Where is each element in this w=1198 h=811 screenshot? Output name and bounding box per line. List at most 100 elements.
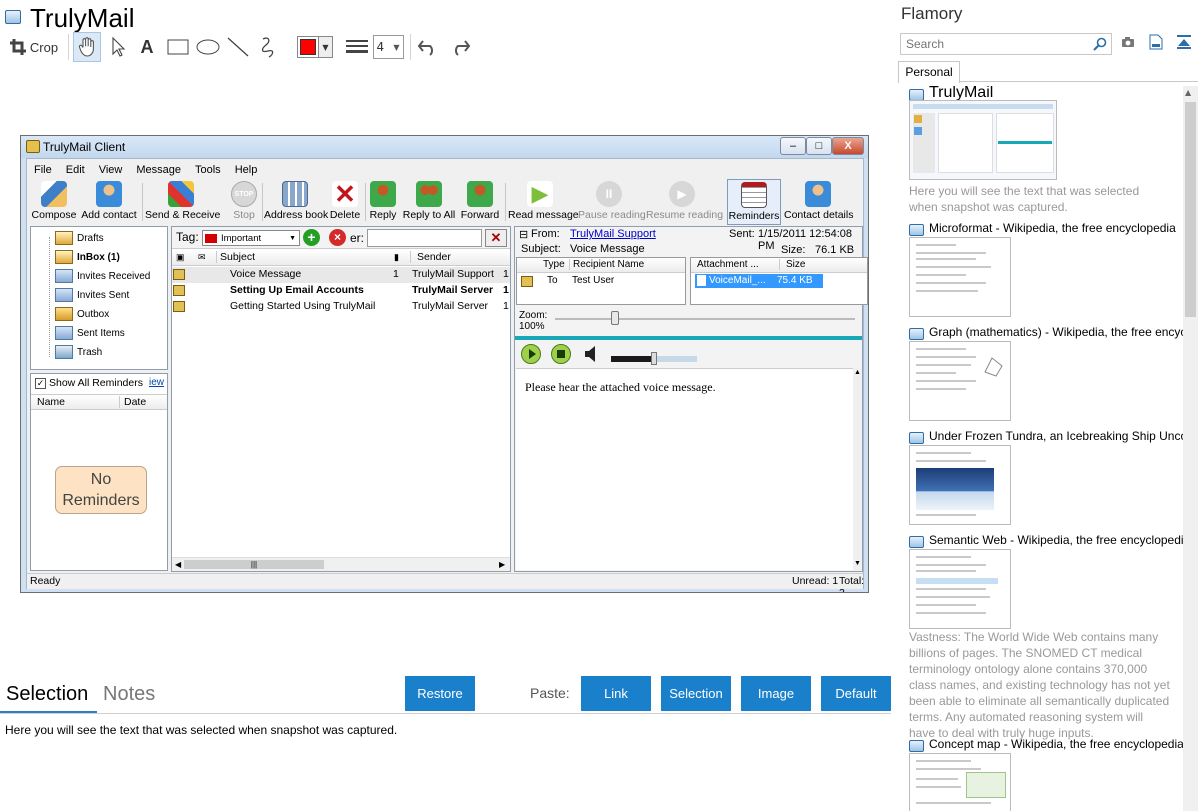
scroll-down-icon[interactable]: ▼ <box>854 560 861 567</box>
text-tool-button[interactable]: A <box>135 32 159 62</box>
priority-col-icon[interactable]: ▮ <box>394 252 399 263</box>
col-name[interactable]: Name <box>37 396 65 408</box>
zoom-slider[interactable] <box>555 318 855 320</box>
sidebar-scroll-thumb[interactable] <box>1185 102 1196 317</box>
menu-message[interactable]: Message <box>129 162 188 180</box>
resume-reading-button[interactable]: ▶ Resume reading <box>646 179 723 225</box>
address-book-button[interactable]: Address book <box>264 179 328 225</box>
speaker-icon[interactable] <box>583 345 601 363</box>
attachment-col-icon[interactable]: ▣ <box>176 252 185 263</box>
search-icon[interactable] <box>1093 37 1107 51</box>
menu-tools[interactable]: Tools <box>188 162 228 180</box>
redo-button[interactable] <box>447 32 473 62</box>
contact-details-button[interactable]: Contact details <box>784 179 853 225</box>
add-tag-button[interactable]: + <box>303 229 320 246</box>
tab-selection[interactable]: Selection <box>6 683 88 706</box>
snapshot-thumbnail[interactable] <box>909 100 1057 180</box>
message-row[interactable]: Getting Started Using TrulyMail TrulyMai… <box>172 299 510 315</box>
tab-notes[interactable]: Notes <box>103 683 155 706</box>
pause-reading-button[interactable]: II Pause reading <box>578 179 646 225</box>
tab-personal[interactable]: Personal <box>898 61 960 83</box>
reminders-button[interactable]: Reminders <box>727 179 781 225</box>
col-sender[interactable]: Sender <box>410 251 451 263</box>
reply-all-button[interactable]: Reply to All <box>401 179 457 225</box>
view-reminders-link[interactable]: iew <box>149 377 164 388</box>
stop-audio-button[interactable] <box>551 344 571 364</box>
selection-text[interactable]: Here you will see the text that was sele… <box>5 723 397 737</box>
show-all-reminders-checkbox[interactable]: ✓ <box>35 378 46 389</box>
menu-help[interactable]: Help <box>228 162 265 180</box>
folder-trash[interactable]: Trash <box>55 343 102 361</box>
select-tool-button[interactable] <box>107 32 131 62</box>
snapshot-thumbnail[interactable] <box>909 237 1011 317</box>
rectangle-tool-button[interactable] <box>165 32 191 62</box>
menu-file[interactable]: File <box>27 162 59 180</box>
filter-input[interactable] <box>367 229 482 247</box>
snapshot-thumbnail[interactable] <box>909 549 1011 629</box>
collapse-header-icon[interactable]: ⊟ <box>519 228 528 241</box>
attachment-row[interactable]: VoiceMail_... 75.4 KB <box>695 274 823 288</box>
folder-inbox[interactable]: InBox (1) <box>55 248 120 266</box>
minimize-button[interactable]: – <box>780 137 806 155</box>
search-input[interactable] <box>904 36 1084 52</box>
paste-selection-button[interactable]: Selection <box>661 676 731 711</box>
clear-filter-button[interactable]: ✕ <box>485 229 507 247</box>
snapshot-thumbnail[interactable] <box>909 341 1011 421</box>
undo-button[interactable] <box>415 32 441 62</box>
vertical-scrollbar[interactable]: ▲ ▼ <box>853 368 862 570</box>
scroll-right-icon[interactable]: ▶ <box>499 560 505 569</box>
line-style-button[interactable] <box>345 32 369 62</box>
zoom-slider-thumb[interactable] <box>611 311 619 325</box>
close-button[interactable]: X <box>832 137 864 155</box>
reply-button[interactable]: Reply <box>368 179 398 225</box>
restore-button[interactable]: Restore <box>405 676 475 711</box>
snapshot-thumbnail[interactable] <box>909 753 1011 811</box>
scroll-thumb[interactable]: ||| <box>184 560 324 569</box>
play-audio-button[interactable] <box>521 344 541 364</box>
camera-icon[interactable] <box>1121 36 1135 48</box>
collapse-panel-icon[interactable] <box>1176 34 1192 50</box>
document-icon[interactable] <box>1149 34 1163 50</box>
remove-tag-button[interactable]: × <box>329 229 346 246</box>
volume-thumb[interactable] <box>651 352 657 365</box>
message-row[interactable]: Voice Message 1 TrulyMail Support 1 <box>172 267 510 283</box>
folder-invites-sent[interactable]: Invites Sent <box>55 286 129 304</box>
menu-edit[interactable]: Edit <box>59 162 92 180</box>
tag-select[interactable]: Important ▼ <box>202 230 300 246</box>
maximize-button[interactable]: □ <box>806 137 832 155</box>
horizontal-scrollbar[interactable]: ◀ ||| ▶ <box>172 557 510 571</box>
paste-link-button[interactable]: Link <box>581 676 651 711</box>
color-picker[interactable]: ▼ <box>293 32 337 62</box>
envelope-col-icon[interactable]: ✉ <box>198 252 206 263</box>
menu-view[interactable]: View <box>92 162 130 180</box>
folder-drafts[interactable]: Drafts <box>55 229 104 247</box>
read-message-button[interactable]: ▶ Read message <box>508 179 579 225</box>
add-contact-button[interactable]: Add contact <box>80 179 138 225</box>
crop-button[interactable]: Crop <box>5 32 63 62</box>
forward-button[interactable]: Forward <box>460 179 500 225</box>
from-link[interactable]: TrulyMail Support <box>570 228 656 240</box>
send-receive-button[interactable]: Send & Receive <box>145 179 220 225</box>
hand-tool-button[interactable] <box>73 32 101 62</box>
line-width-select[interactable]: 4 ▼ <box>372 32 404 62</box>
message-row[interactable]: Setting Up Email Accounts TrulyMail Serv… <box>172 283 510 299</box>
scroll-left-icon[interactable]: ◀ <box>175 560 181 569</box>
ellipse-tool-button[interactable] <box>195 32 221 62</box>
message-body[interactable]: Please hear the attached voice message. <box>516 368 853 570</box>
folder-outbox[interactable]: Outbox <box>55 305 109 323</box>
stop-button[interactable]: STOP Stop <box>229 179 259 225</box>
scroll-up-icon[interactable]: ▲ <box>854 369 861 376</box>
paste-default-button[interactable]: Default <box>821 676 891 711</box>
folder-sent-items[interactable]: Sent Items <box>55 324 125 342</box>
col-subject[interactable]: Subject <box>216 251 255 263</box>
scroll-up-icon[interactable]: ▲ <box>1185 88 1191 97</box>
snapshot-image[interactable]: TrulyMail Client – □ X File Edit View Me… <box>20 135 869 593</box>
col-date[interactable]: Date <box>119 396 146 408</box>
paste-image-button[interactable]: Image <box>741 676 811 711</box>
snapshot-thumbnail[interactable] <box>909 445 1011 525</box>
folder-invites-received[interactable]: Invites Received <box>55 267 150 285</box>
line-tool-button[interactable] <box>225 32 251 62</box>
freehand-tool-button[interactable] <box>255 32 281 62</box>
delete-button[interactable]: ✕ Delete <box>328 179 362 225</box>
compose-button[interactable]: Compose <box>31 179 77 225</box>
